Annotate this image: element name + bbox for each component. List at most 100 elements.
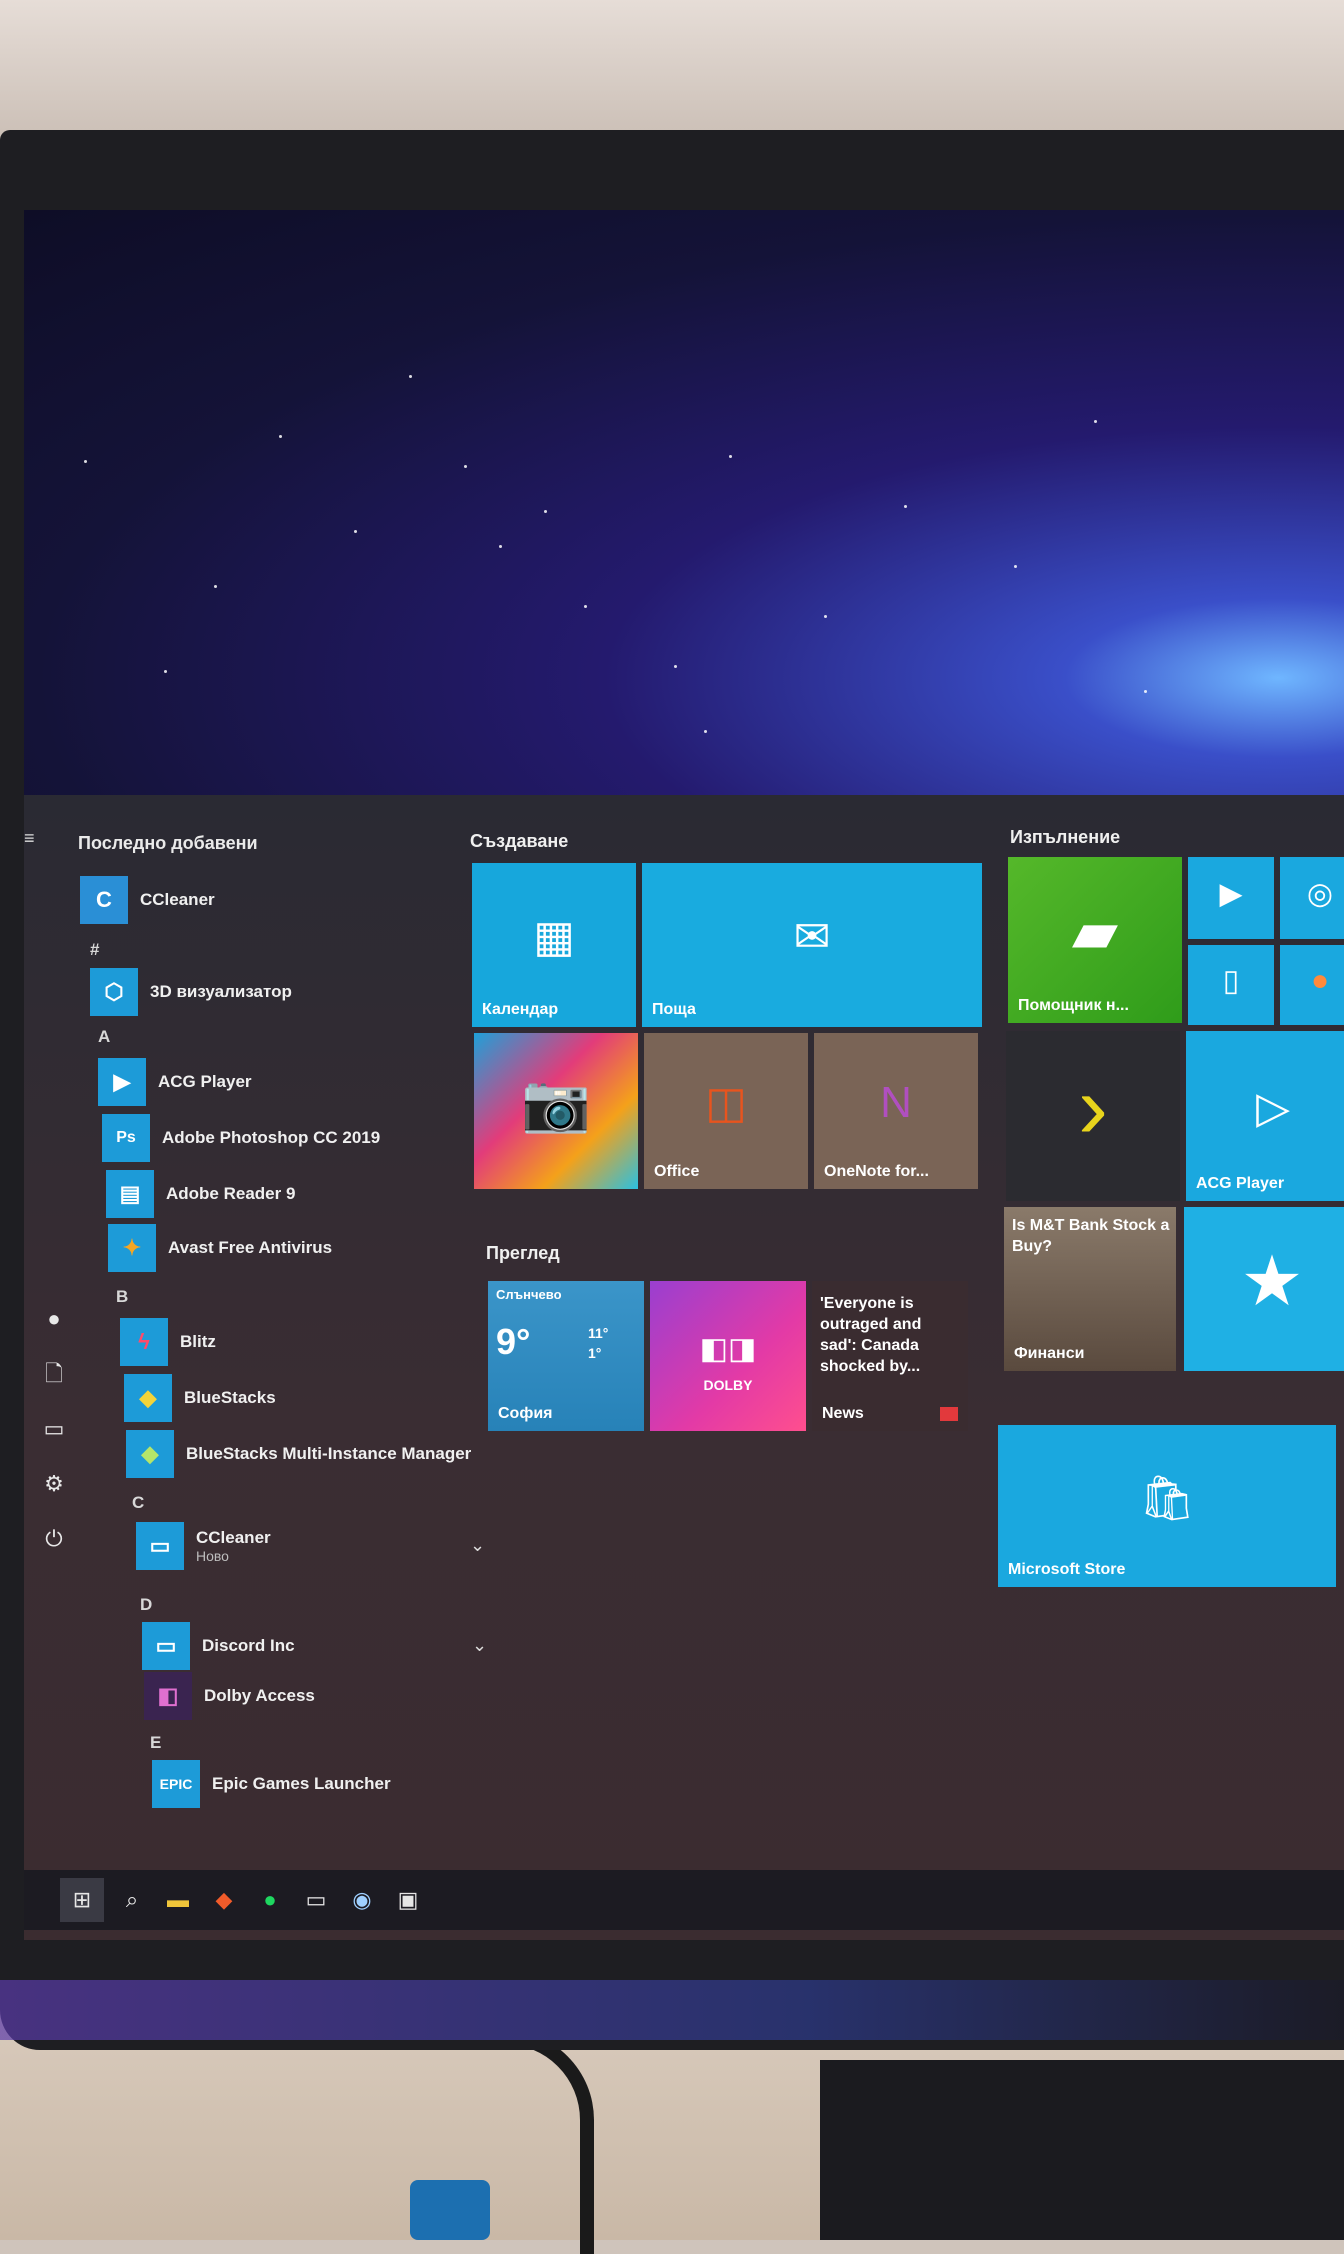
monitor-screen: ≡ ● 🗋 ▭ ⚙ ⏻ Последно добавени C CCleaner… <box>24 210 1344 1940</box>
app-bluestacks-mim[interactable]: ◆ BlueStacks Multi-Instance Manager <box>126 1429 471 1479</box>
section-letter: C <box>132 1493 145 1512</box>
chevron-down-icon[interactable]: ⌄ <box>472 1635 487 1656</box>
app-label: ACG Player <box>158 1072 252 1091</box>
camera-icon: 📷 <box>521 1071 591 1135</box>
location-pin-icon: ● <box>1310 964 1330 997</box>
monitor-stand <box>820 2060 1344 2240</box>
app-label: 3D визуализатор <box>150 982 292 1001</box>
dolby-logo-icon: ◧◨ <box>699 1332 757 1365</box>
tile-label: News <box>822 1405 864 1422</box>
ccleaner-icon: C <box>80 876 128 924</box>
app-icon[interactable]: ▣ <box>392 1884 424 1916</box>
app-blitz[interactable]: ϟ Blitz <box>120 1317 216 1367</box>
file-explorer-icon[interactable]: ▬ <box>162 1884 194 1916</box>
photoshop-icon: Ps <box>102 1114 150 1162</box>
blitz-icon: ϟ <box>120 1318 168 1366</box>
dolby-icon: ◧ <box>144 1672 192 1720</box>
tile-label: Помощник н... <box>1018 997 1129 1014</box>
tile-camera[interactable]: 📷 <box>474 1033 638 1189</box>
app-epic-games[interactable]: EPIC Epic Games Launcher <box>152 1759 391 1809</box>
app-ccleaner-folder[interactable]: ▭ CCleaner Ново <box>136 1521 271 1571</box>
tile-label: Финанси <box>1014 1345 1085 1362</box>
app-label: Epic Games Launcher <box>212 1774 391 1793</box>
spotify-icon[interactable]: ● <box>254 1884 286 1916</box>
box-icon: ▰ <box>1071 897 1119 965</box>
tile-maps[interactable]: ● <box>1280 945 1344 1025</box>
windows-icon[interactable]: ⊞ <box>60 1878 104 1922</box>
monitor-glow <box>0 1980 1344 2040</box>
tile-microsoft-store[interactable]: 🛍 Microsoft Store <box>998 1425 1336 1587</box>
weather-condition: Слънчево <box>496 1287 562 1302</box>
tile-calculator[interactable]: ▯ <box>1188 945 1274 1025</box>
tile-groove[interactable]: ◎ <box>1280 857 1344 939</box>
tile-mail[interactable]: ✉ Поща <box>642 863 982 1027</box>
app-bluestacks[interactable]: ◆ BlueStacks <box>124 1373 276 1423</box>
steam-icon[interactable]: ◉ <box>346 1884 378 1916</box>
news-icon <box>940 1407 958 1421</box>
app-label: CCleaner <box>196 1528 271 1547</box>
app-dolby-access[interactable]: ◧ Dolby Access <box>144 1671 315 1721</box>
cube-icon: ⬡ <box>90 968 138 1016</box>
bluestacks-icon: ◆ <box>126 1430 174 1478</box>
section-letter: E <box>150 1733 162 1752</box>
app-label: Avast Free Antivirus <box>168 1238 333 1257</box>
section-letter: # <box>90 940 100 959</box>
group-browse-header: Преглед <box>486 1243 560 1263</box>
star-icon: ★ <box>1240 1241 1304 1320</box>
tile-label: Office <box>654 1163 700 1180</box>
music-disc-icon: ◎ <box>1306 877 1334 911</box>
app-label: Adobe Photoshop CC 2019 <box>162 1128 381 1147</box>
tile-label: Календар <box>482 1001 559 1018</box>
chevron-down-icon[interactable]: ⌄ <box>470 1535 485 1556</box>
tile-label: Поща <box>652 1001 696 1018</box>
document-icon: ▤ <box>106 1170 154 1218</box>
taskbar: ⊞ ⌕ ▬ ◆ ● ▭ ◉ ▣ <box>24 1870 1344 1930</box>
weather-high: 11° <box>588 1325 609 1341</box>
bluestacks-icon: ◆ <box>124 1374 172 1422</box>
app-label: CCleaner <box>140 890 215 909</box>
app-avast[interactable]: ✦ Avast Free Antivirus <box>108 1223 332 1273</box>
tile-finance[interactable]: Is M&T Bank Stock a Buy? Финанси <box>1004 1207 1176 1371</box>
app-label: Discord Inc <box>202 1636 295 1655</box>
tile-onenote[interactable]: N OneNote for... <box>814 1033 978 1189</box>
app-acg-player[interactable]: ▶ ACG Player <box>98 1057 252 1107</box>
tile-acg-player[interactable]: ▷ ACG Player <box>1186 1031 1344 1201</box>
tile-movies[interactable]: ▶ <box>1188 857 1274 939</box>
start-menu: ≡ ● 🗋 ▭ ⚙ ⏻ Последно добавени C CCleaner… <box>24 795 1344 1940</box>
tile-news[interactable]: 'Everyone is outraged and sad': Canada s… <box>812 1281 968 1431</box>
app-adobe-reader[interactable]: ▤ Adobe Reader 9 <box>106 1169 295 1219</box>
play-icon: ▷ <box>1256 1083 1290 1132</box>
tile-label: OneNote for... <box>824 1163 929 1180</box>
new-badge: Ново <box>196 1548 229 1564</box>
onenote-icon: N <box>880 1078 912 1128</box>
section-letter: B <box>116 1287 129 1306</box>
app-3d-viewer[interactable]: ⬡ 3D визуализатор <box>90 967 292 1017</box>
tile-weather[interactable]: Слънчево 9° 11° 1° София <box>488 1281 644 1431</box>
app-label: BlueStacks Multi-Instance Manager <box>186 1444 472 1463</box>
chat-icon[interactable]: ▭ <box>300 1884 332 1916</box>
wall-background <box>0 0 1344 140</box>
usb-device <box>410 2180 490 2240</box>
tile-dolby[interactable]: ◧◨ DOLBY <box>650 1281 806 1431</box>
brave-icon[interactable]: ◆ <box>208 1884 240 1916</box>
weather-city: София <box>498 1405 553 1422</box>
app-photoshop[interactable]: Ps Adobe Photoshop CC 2019 <box>102 1113 380 1163</box>
app-discord-folder[interactable]: ▭ Discord Inc <box>142 1621 295 1671</box>
film-icon: ▶ <box>1219 877 1243 911</box>
app-ccleaner-recent[interactable]: C CCleaner <box>80 875 215 925</box>
tile-favorites[interactable]: ★ <box>1184 1207 1344 1371</box>
calendar-icon: ▦ <box>533 912 575 962</box>
tile-assistant[interactable]: ▰ Помощник н... <box>1008 857 1182 1023</box>
folder-icon: ▭ <box>136 1522 184 1570</box>
search-icon[interactable]: ⌕ <box>116 1884 148 1916</box>
avast-icon: ✦ <box>108 1224 156 1272</box>
shopping-bag-icon: 🛍 <box>1139 1473 1195 1523</box>
group-play-header: Изпълнение <box>1010 827 1121 847</box>
calculator-icon: ▯ <box>1222 964 1240 998</box>
tile-plex[interactable]: › <box>1006 1031 1180 1201</box>
tile-office[interactable]: ◫ Office <box>644 1033 808 1189</box>
tile-calendar[interactable]: ▦ Календар <box>472 863 636 1027</box>
play-icon: ▶ <box>98 1058 146 1106</box>
app-list: Последно добавени C CCleaner # ⬡ 3D визу… <box>54 795 494 1925</box>
desktop-wallpaper <box>24 210 1344 795</box>
